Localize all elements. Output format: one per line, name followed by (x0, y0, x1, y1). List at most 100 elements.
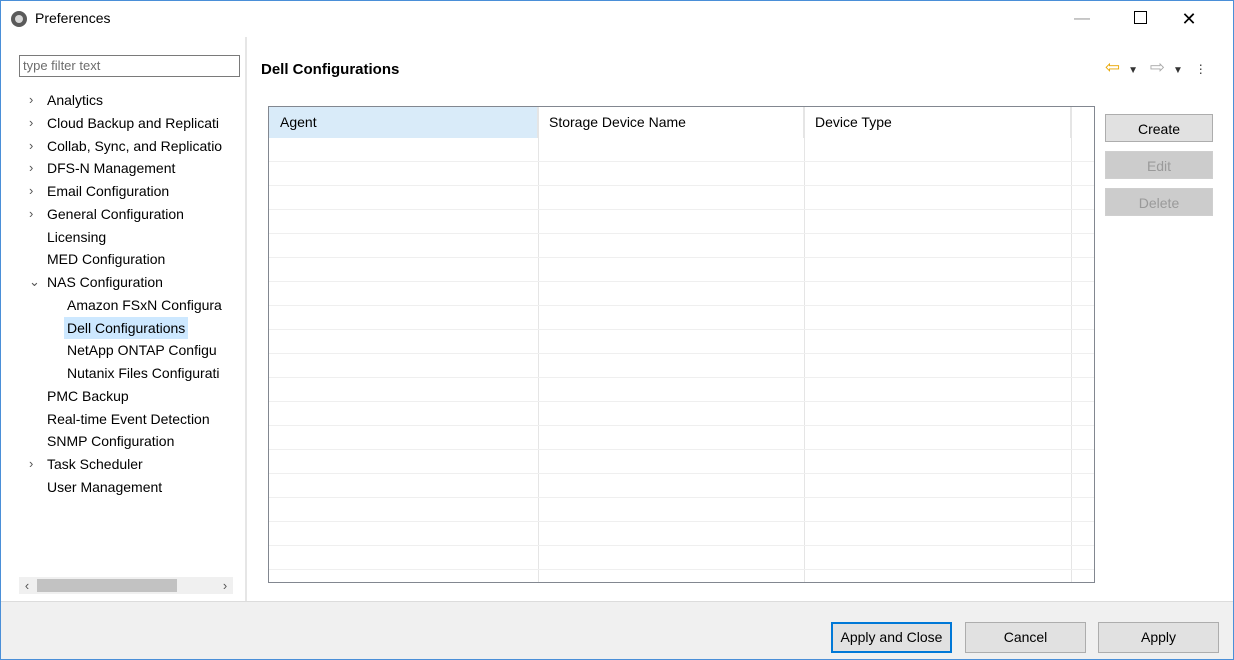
chevron-right-icon[interactable]: › (29, 180, 41, 203)
tree-item-label: User Management (47, 478, 163, 495)
tree-item-label: Task Scheduler (47, 456, 143, 472)
tree-item-snmp[interactable]: SNMP Configuration (1, 430, 245, 453)
back-arrow-icon[interactable]: ⇦ (1105, 57, 1120, 77)
scroll-right-icon[interactable]: › (217, 577, 233, 594)
tree-item-cloud-backup[interactable]: › Cloud Backup and Replicati (1, 112, 245, 135)
apply-button[interactable]: Apply (1098, 622, 1219, 653)
window-title: Preferences (35, 10, 111, 26)
chevron-right-icon[interactable]: › (29, 89, 41, 112)
create-button[interactable]: Create (1105, 114, 1213, 142)
row-divider (269, 185, 1094, 186)
table-header: Agent Storage Device Name Device Type (269, 107, 1094, 138)
tree-item-med[interactable]: MED Configuration (1, 248, 245, 271)
scroll-left-icon[interactable]: ‹ (19, 577, 35, 594)
tree-item-email[interactable]: › Email Configuration (1, 180, 245, 203)
tree-item-label: Dell Configurations (64, 316, 189, 340)
cancel-button[interactable]: Cancel (965, 622, 1086, 653)
tree-item-licensing[interactable]: Licensing (1, 226, 245, 249)
preferences-window: Preferences — ✕ type filter text › Analyt… (0, 0, 1234, 660)
tree-item-label: NAS Configuration (47, 274, 163, 290)
tree-item-label: Collab, Sync, and Replicatio (47, 137, 223, 154)
tree-item-label: Licensing (47, 228, 107, 245)
client-area: type filter text › Analytics › Cloud Backu… (1, 37, 1233, 659)
row-divider (269, 329, 1094, 330)
chevron-down-icon[interactable]: ⌄ (29, 271, 41, 294)
minimize-button[interactable]: — (1059, 1, 1105, 37)
maximize-button[interactable] (1117, 1, 1163, 37)
row-divider (269, 569, 1094, 570)
column-divider (1071, 107, 1072, 582)
tree-item-pmc-backup[interactable]: PMC Backup (1, 385, 245, 408)
page-title: Dell Configurations (261, 61, 400, 78)
row-divider (269, 497, 1094, 498)
back-dropdown-icon[interactable]: ▼ (1128, 65, 1138, 76)
tree-item-user-management[interactable]: User Management (1, 476, 245, 499)
tree-item-label: Real-time Event Detection (47, 410, 210, 427)
close-button[interactable]: ✕ (1166, 1, 1212, 37)
tree-item-nas[interactable]: ⌄ NAS Configuration (1, 271, 245, 294)
horizontal-scrollbar[interactable]: ‹ › (19, 577, 233, 594)
tree-item-label: Cloud Backup and Replicati (47, 114, 219, 131)
main-panel: Dell Configurations ⇦ ▼ ⇨ ▼ ⋮ Agent Storag… (247, 37, 1233, 601)
column-header-device-type[interactable]: Device Type (804, 107, 1071, 138)
row-divider (269, 449, 1094, 450)
maximize-icon (1133, 10, 1147, 24)
tree-item-label: PMC Backup (47, 387, 129, 404)
row-divider (269, 545, 1094, 546)
row-divider (269, 161, 1094, 162)
column-divider (804, 107, 805, 582)
row-divider (269, 425, 1094, 426)
column-header-agent[interactable]: Agent (269, 107, 538, 138)
configurations-table[interactable]: Agent Storage Device Name Device Type (268, 106, 1095, 583)
row-divider (269, 281, 1094, 282)
tree-item-task-scheduler[interactable]: › Task Scheduler (1, 453, 245, 476)
forward-dropdown-icon[interactable]: ▼ (1173, 65, 1183, 76)
row-divider (269, 257, 1094, 258)
tree-item-label: MED Configuration (47, 251, 166, 268)
row-divider (269, 473, 1094, 474)
forward-arrow-icon[interactable]: ⇨ (1150, 57, 1165, 77)
dialog-footer: Apply and Close Cancel Apply (1, 601, 1233, 659)
tree-item-amazon-fsxn[interactable]: Amazon FSxN Configura (1, 294, 245, 317)
preferences-tree: › Analytics › Cloud Backup and Replicati ›… (1, 89, 245, 499)
apply-and-close-button[interactable]: Apply and Close (831, 622, 952, 653)
chevron-right-icon[interactable]: › (29, 157, 41, 180)
tree-item-realtime[interactable]: Real-time Event Detection (1, 408, 245, 431)
chevron-right-icon[interactable]: › (29, 453, 41, 476)
tree-item-nutanix[interactable]: Nutanix Files Configurati (1, 362, 245, 385)
tree-item-label: DFS-N Management (47, 160, 176, 177)
app-icon (11, 11, 27, 27)
row-divider (269, 305, 1094, 306)
chevron-right-icon[interactable]: › (29, 112, 41, 135)
column-divider (538, 107, 539, 582)
preferences-sidebar: type filter text › Analytics › Cloud Backu… (1, 37, 245, 601)
tree-item-dfsn[interactable]: › DFS-N Management (1, 157, 245, 180)
edit-button[interactable]: Edit (1105, 151, 1213, 179)
row-divider (269, 377, 1094, 378)
tree-item-analytics[interactable]: › Analytics (1, 89, 245, 112)
row-divider (269, 521, 1094, 522)
row-divider (269, 233, 1094, 234)
tree-item-label: General Configuration (47, 205, 184, 222)
row-divider (269, 401, 1094, 402)
chevron-right-icon[interactable]: › (29, 203, 41, 226)
tree-item-label: NetApp ONTAP Configu (67, 342, 217, 359)
row-divider (269, 353, 1094, 354)
tree-item-label: Amazon FSxN Configura (67, 296, 222, 313)
tree-item-general[interactable]: › General Configuration (1, 203, 245, 226)
tree-item-dell[interactable]: Dell Configurations (1, 316, 245, 340)
tree-item-label: SNMP Configuration (47, 433, 175, 450)
filter-input[interactable]: type filter text (19, 55, 240, 77)
tree-item-label: Analytics (47, 92, 104, 108)
scrollbar-thumb[interactable] (37, 579, 177, 592)
tree-item-label: Nutanix Files Configurati (67, 365, 220, 381)
column-header-storage-device-name[interactable]: Storage Device Name (538, 107, 804, 138)
delete-button[interactable]: Delete (1105, 188, 1213, 216)
tree-item-label: Email Configuration (47, 183, 170, 199)
chevron-right-icon[interactable]: › (29, 135, 41, 158)
tree-item-netapp[interactable]: NetApp ONTAP Configu (1, 339, 245, 362)
title-bar: Preferences — ✕ (1, 1, 1233, 37)
view-menu-icon[interactable]: ⋮ (1195, 62, 1207, 76)
tree-item-collab-sync[interactable]: › Collab, Sync, and Replicatio (1, 135, 245, 158)
row-divider (269, 209, 1094, 210)
